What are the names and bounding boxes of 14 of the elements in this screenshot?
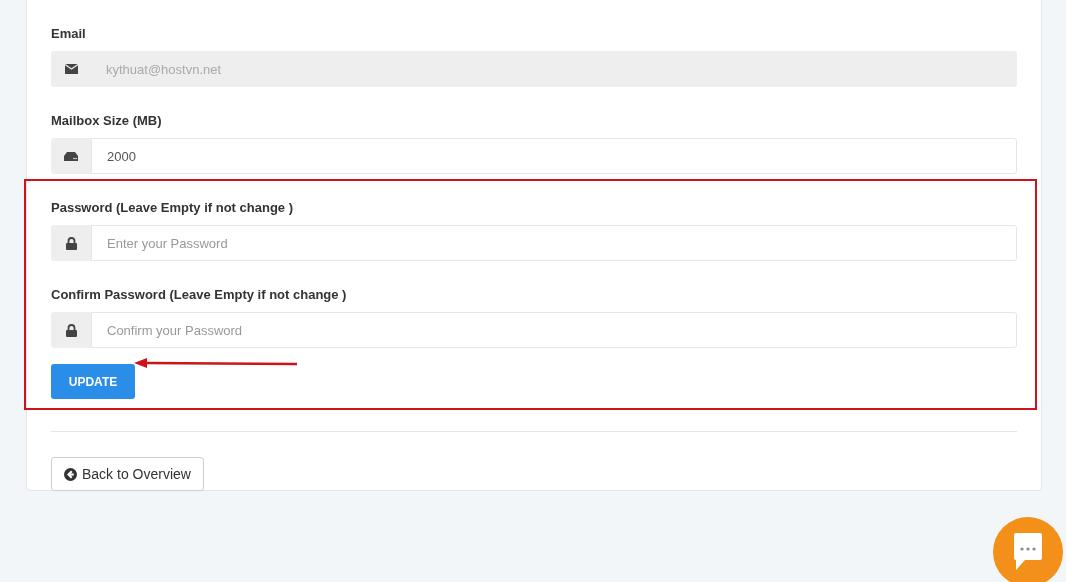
field-label: Confirm Password (Leave Empty if not change ) bbox=[51, 287, 348, 303]
field-label: Email bbox=[51, 26, 87, 42]
lock-icon bbox=[65, 236, 77, 250]
chat-bubble-icon bbox=[1013, 532, 1043, 572]
envelope-icon bbox=[64, 64, 78, 74]
input-field[interactable]: Enter your Password bbox=[91, 225, 1017, 261]
field-label: Mailbox Size (MB) bbox=[51, 113, 163, 129]
input-field[interactable]: 2000 bbox=[91, 138, 1017, 174]
arrow-left-icon bbox=[64, 467, 77, 481]
hard-drive-icon bbox=[64, 151, 78, 161]
input-field[interactable]: Confirm your Password bbox=[91, 312, 1017, 348]
field-label: Password (Leave Empty if not change ) bbox=[51, 200, 294, 216]
back-button[interactable]: Back to Overview bbox=[51, 457, 204, 491]
lock-icon bbox=[65, 323, 77, 337]
